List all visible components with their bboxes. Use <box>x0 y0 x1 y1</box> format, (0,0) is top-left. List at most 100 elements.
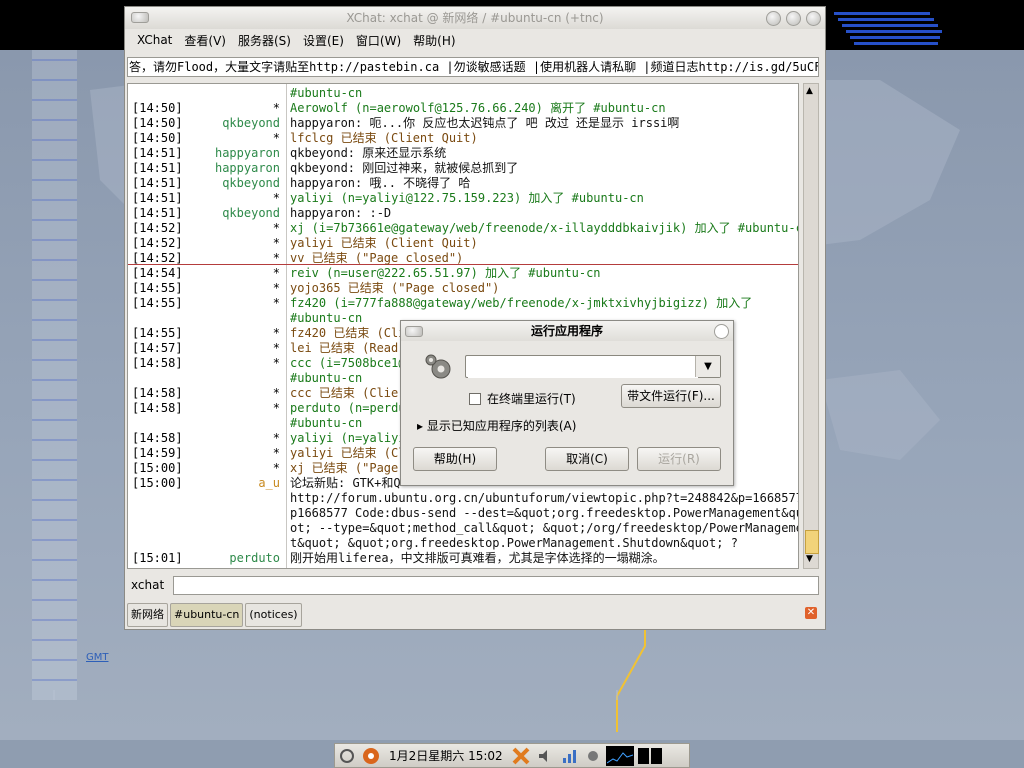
nick[interactable]: * <box>140 101 280 116</box>
message-text: #ubuntu-cn <box>290 86 363 100</box>
channel-tab[interactable]: 新网络 <box>127 603 168 627</box>
nick[interactable]: * <box>140 281 280 296</box>
message-text: qkbeyond: 原来还显示系统 <box>290 146 447 160</box>
topic-field[interactable]: 答，请勿Flood，大量文字请贴至http://pastebin.ca |勿谈敏… <box>127 57 819 77</box>
xchat-title-text: XChat: xchat @ 新网络 / #ubuntu-cn (+tnc) <box>346 11 604 25</box>
run-in-terminal-row[interactable]: 在终端里运行(T) <box>469 390 576 407</box>
gears-icon <box>425 354 451 379</box>
message-text: http://forum.ubuntu.org.cn/ubuntuforum/v… <box>290 491 799 505</box>
message-text: #ubuntu-cn <box>290 371 363 385</box>
nick[interactable]: qkbeyond <box>140 176 280 191</box>
network-status-icon[interactable] <box>558 746 580 766</box>
nick[interactable]: * <box>140 236 280 251</box>
close-icon[interactable] <box>806 11 821 26</box>
nick[interactable]: * <box>140 266 280 281</box>
nick[interactable]: * <box>140 431 280 446</box>
channel-tab[interactable]: #ubuntu-cn <box>170 603 244 627</box>
show-known-apps-expander[interactable]: ▸ 显示已知应用程序的列表(A) <box>417 417 576 434</box>
nick-column-separator <box>286 84 287 568</box>
settings-icon[interactable] <box>582 746 604 766</box>
message-text: vv 已结束 ("Page closed") <box>290 251 464 265</box>
message-text: lfclcg 已结束 (Client Quit) <box>290 131 478 145</box>
nick[interactable]: * <box>140 131 280 146</box>
nick[interactable]: * <box>140 296 280 311</box>
system-monitor-icon[interactable] <box>605 745 634 766</box>
menu-item-0[interactable]: XChat <box>131 33 178 47</box>
command-input[interactable] <box>468 357 698 378</box>
window-menu-icon[interactable] <box>405 326 423 337</box>
message-text: xj (i=7b73661e@gateway/web/freenode/x-il… <box>290 221 799 235</box>
tab-close-icon[interactable]: ✕ <box>805 607 817 619</box>
nick[interactable]: * <box>140 341 280 356</box>
help-button[interactable]: 帮助(H) <box>413 447 497 471</box>
nick[interactable]: qkbeyond <box>140 116 280 131</box>
scroll-up-icon[interactable]: ▲ <box>806 86 813 96</box>
message-text: reiv (n=user@222.65.51.97) 加入了 #ubuntu-c… <box>290 266 601 280</box>
run-with-file-button[interactable]: 带文件运行(F)... <box>621 384 721 408</box>
chat-input[interactable] <box>173 576 819 595</box>
message-text: fz420 已结束 (Cli <box>290 326 406 340</box>
workspace-switcher-icon[interactable] <box>636 746 664 766</box>
message-text: happyaron: 呃...你 反应也太迟钝点了 吧 改过 还是显示 irss… <box>290 116 680 130</box>
menu-item-4[interactable]: 窗口(W) <box>350 32 407 49</box>
maximize-icon[interactable] <box>786 11 801 26</box>
nick[interactable]: * <box>140 251 280 266</box>
nick[interactable]: * <box>140 221 280 236</box>
nick[interactable]: happyaron <box>140 146 280 161</box>
xchat-window: XChat: xchat @ 新网络 / #ubuntu-cn (+tnc) X… <box>124 6 826 630</box>
run-application-dialog: 运行应用程序 ▼ 在终端里运行(T) 带文件运行(F)... ▸ 显示已知应用程… <box>400 320 734 486</box>
message-text: 论坛新贴: GTK+和Q <box>290 476 401 490</box>
run-in-terminal-checkbox[interactable] <box>469 392 481 405</box>
nick[interactable]: * <box>140 326 280 341</box>
message-text: yojo365 已结束 ("Page closed") <box>290 281 500 295</box>
menu-item-2[interactable]: 服务器(S) <box>232 32 297 49</box>
nick[interactable]: * <box>140 191 280 206</box>
network-icon[interactable] <box>336 746 358 766</box>
channel-tab[interactable]: (notices) <box>245 603 302 627</box>
nick[interactable]: * <box>140 461 280 476</box>
scroll-down-icon[interactable]: ▼ <box>806 554 813 564</box>
close-icon[interactable] <box>714 324 729 339</box>
menu-item-3[interactable]: 设置(E) <box>297 32 350 49</box>
scrollbar-thumb[interactable] <box>805 530 819 554</box>
message-text: perduto (n=perdu <box>290 401 406 415</box>
message-text: happyaron: :-D <box>290 206 392 220</box>
chat-scrollbar[interactable]: ▲ ▼ <box>803 83 819 569</box>
message-text: Aerowolf (n=aerowolf@125.76.66.240) 离开了 … <box>290 101 666 115</box>
nick[interactable]: qkbeyond <box>140 206 280 221</box>
nick[interactable]: * <box>140 446 280 461</box>
chevron-down-icon[interactable]: ▼ <box>695 356 720 377</box>
message-text: lei 已结束 (Read <box>290 341 399 355</box>
message-text: happyaron: 哦.. 不晓得了 哈 <box>290 176 471 190</box>
menubar: XChat 查看(V) 服务器(S) 设置(E) 窗口(W) 帮助(H) <box>125 29 825 51</box>
run-button[interactable]: 运行(R) <box>637 447 721 471</box>
message-text: ot; --type=&quot;method_call&quot; &quot… <box>290 521 799 535</box>
cancel-button[interactable]: 取消(C) <box>545 447 629 471</box>
nick[interactable]: happyaron <box>140 161 280 176</box>
xchat-tray-icon[interactable] <box>510 746 532 766</box>
nick[interactable]: * <box>140 356 280 371</box>
message-text: ccc (i=7508bce1@ <box>290 356 406 370</box>
nick-button[interactable]: xchat <box>131 578 164 592</box>
minimize-icon[interactable] <box>766 11 781 26</box>
window-menu-icon[interactable] <box>131 12 149 23</box>
ubuntu-logo-icon[interactable] <box>360 746 382 766</box>
nick[interactable]: a_u <box>140 476 280 491</box>
message-text: yaliyi 已结束 (Cl <box>290 446 406 460</box>
message-text: #ubuntu-cn <box>290 416 363 430</box>
nick[interactable]: * <box>140 401 280 416</box>
message-text: t&quot; &quot;org.freedesktop.PowerManag… <box>290 536 738 550</box>
xchat-titlebar[interactable]: XChat: xchat @ 新网络 / #ubuntu-cn (+tnc) <box>125 7 825 29</box>
input-row: xchat <box>127 575 819 597</box>
show-list-label: 显示已知应用程序的列表(A) <box>426 419 577 433</box>
run-dialog-titlebar[interactable]: 运行应用程序 <box>401 321 733 341</box>
menu-item-1[interactable]: 查看(V) <box>178 32 232 49</box>
command-combo[interactable]: ▼ <box>465 355 721 378</box>
message-text: yaliyi 已结束 (Client Quit) <box>290 236 478 250</box>
run-dialog-title: 运行应用程序 <box>530 324 603 338</box>
menu-item-5[interactable]: 帮助(H) <box>407 32 461 49</box>
panel-clock[interactable]: 1月2日星期六 15:02 <box>383 747 509 764</box>
nick[interactable]: * <box>140 386 280 401</box>
volume-icon[interactable] <box>534 746 556 766</box>
nick[interactable]: perduto <box>140 551 280 566</box>
